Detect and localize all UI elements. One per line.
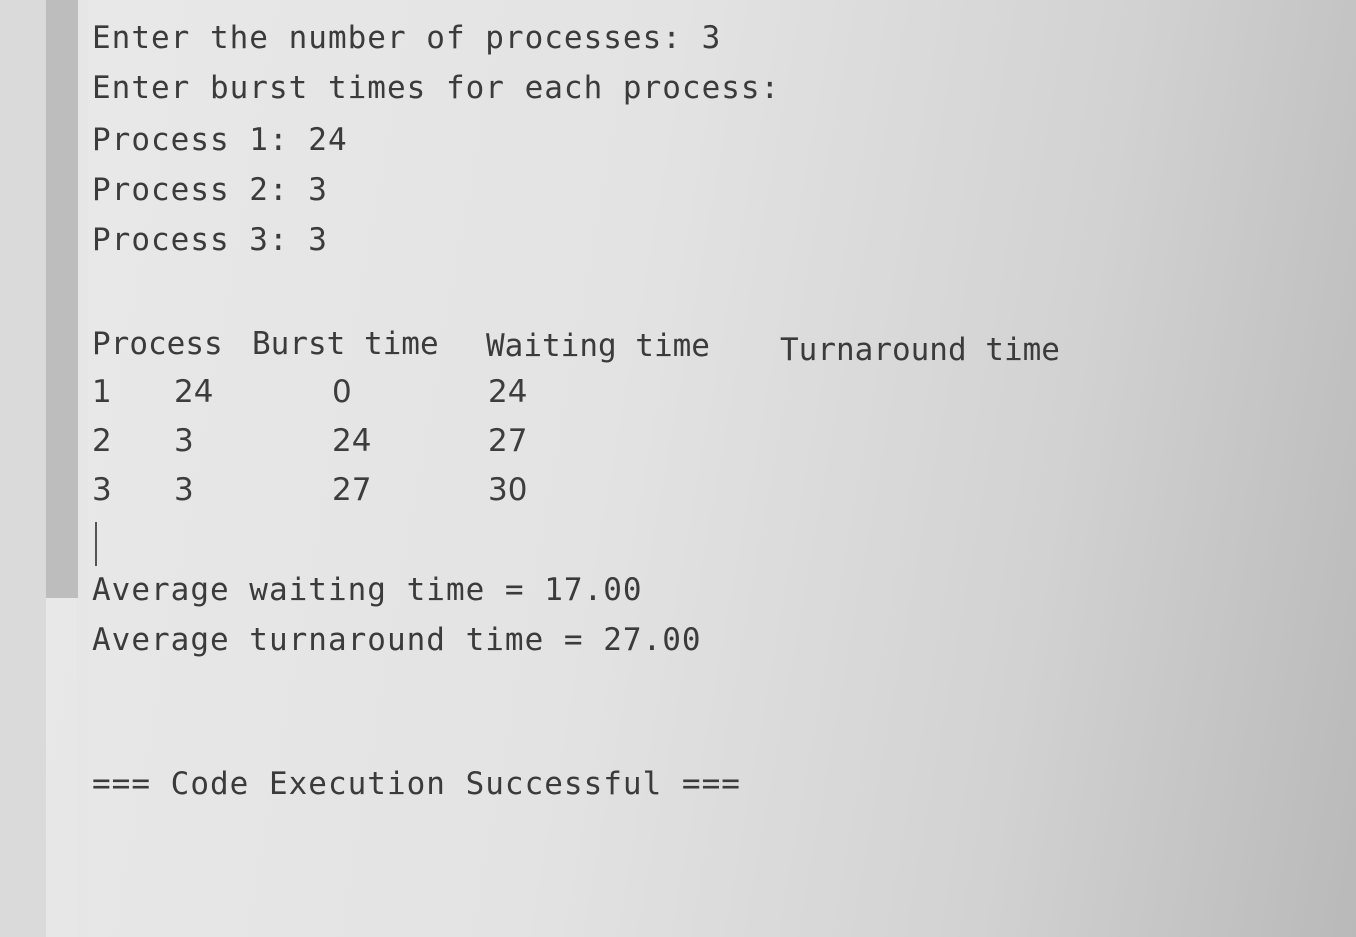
header-waiting-time: Waiting time — [486, 328, 710, 364]
cell-turnaround: 30 — [488, 472, 528, 508]
text-cursor — [95, 522, 97, 566]
cell-waiting: 24 — [332, 423, 372, 459]
cell-process: 3 — [92, 472, 112, 508]
cell-process: 1 — [92, 374, 112, 410]
prompt-burst-times: Enter burst times for each process: — [92, 70, 781, 106]
average-waiting-time: Average waiting time = 17.00 — [92, 572, 643, 608]
console-output: Enter the number of processes: 3 Enter b… — [92, 0, 1312, 937]
cell-burst: 3 — [174, 472, 194, 508]
line-gutter — [78, 0, 88, 937]
prompt-process-count: Enter the number of processes: 3 — [92, 20, 722, 56]
average-turnaround-time: Average turnaround time = 27.00 — [92, 622, 702, 658]
cell-turnaround: 27 — [488, 423, 528, 459]
cell-process: 2 — [92, 423, 112, 459]
execution-status: === Code Execution Successful === — [92, 766, 741, 802]
cell-turnaround: 24 — [488, 374, 528, 410]
left-panel-edge — [0, 0, 46, 937]
cell-waiting: 0 — [332, 374, 352, 410]
scrollbar[interactable] — [46, 0, 78, 598]
header-burst-time: Burst time — [252, 326, 439, 362]
process-input-3: Process 3: 3 — [92, 222, 328, 258]
cell-waiting: 27 — [332, 472, 372, 508]
cell-burst: 24 — [174, 374, 214, 410]
process-input-1: Process 1: 24 — [92, 122, 348, 158]
header-process: Process — [92, 326, 223, 362]
process-input-2: Process 2: 3 — [92, 172, 328, 208]
header-turnaround-time: Turnaround time — [780, 332, 1060, 368]
cell-burst: 3 — [174, 423, 194, 459]
